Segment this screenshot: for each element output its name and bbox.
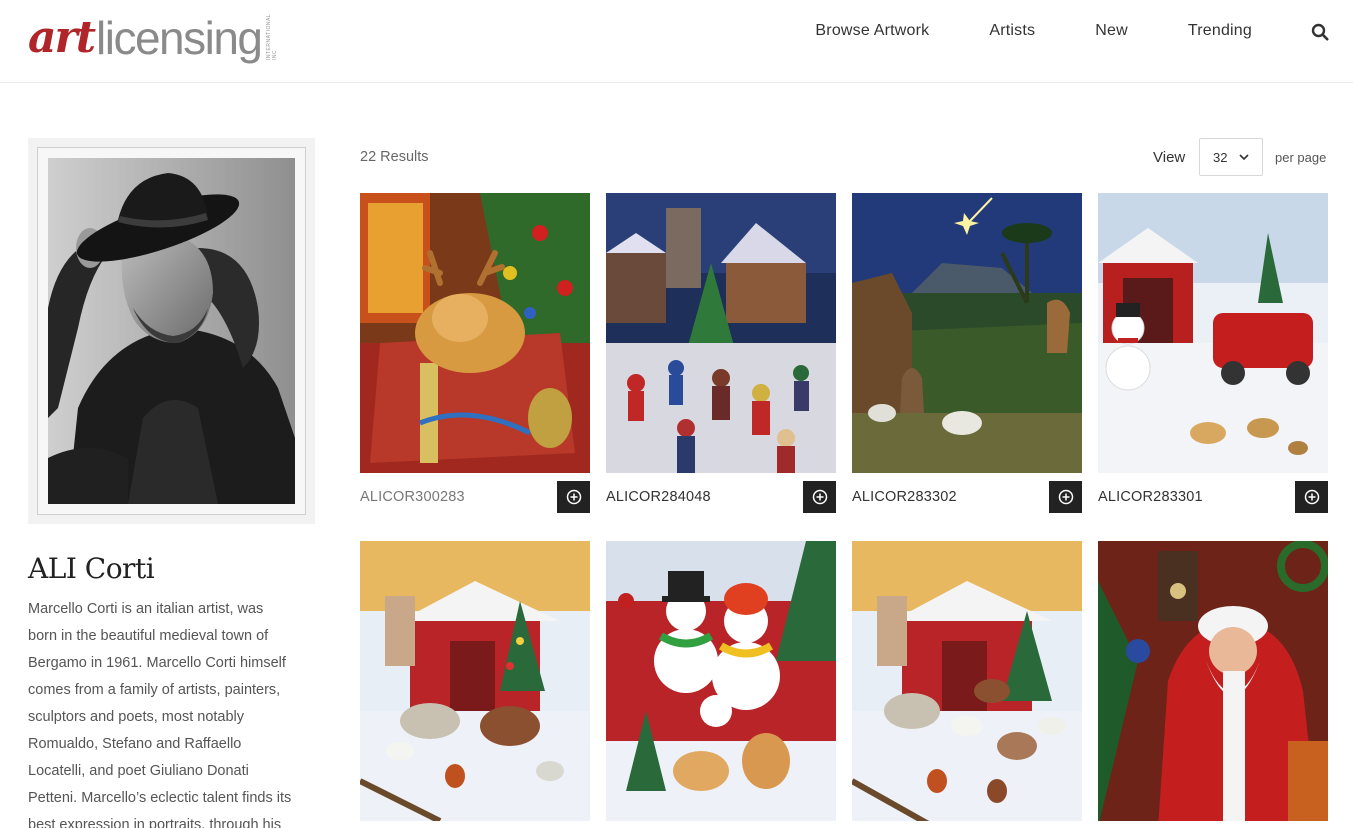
bio-line: Bergamo in 1961. Marcello Corti himself: [28, 655, 286, 671]
artwork-image[interactable]: [360, 193, 590, 473]
artwork-image[interactable]: [1098, 541, 1328, 821]
nav-browse-artwork[interactable]: Browse Artwork: [815, 22, 929, 40]
site-header: art licensing INTERNATIONAL INC Browse A…: [0, 0, 1353, 83]
add-to-lightbox-button[interactable]: [1049, 481, 1082, 513]
nav-artists[interactable]: Artists: [989, 22, 1035, 40]
artist-portrait-frame: [28, 138, 315, 524]
bio-line: Locatelli, and poet Giuliano Donati: [28, 763, 249, 779]
bio-line: comes from a family of artists, painters…: [28, 682, 281, 698]
artist-name: ALI Corti: [28, 552, 155, 585]
bio-line: born in the beautiful medieval town of: [28, 628, 269, 644]
bio-line: best expression in portraits, through hi…: [28, 817, 282, 828]
plus-circle-icon: [1304, 489, 1319, 505]
artwork-image[interactable]: [852, 541, 1082, 821]
artwork-code[interactable]: ALICOR283302: [852, 489, 957, 505]
plus-circle-icon: [812, 489, 827, 505]
logo-licensing-text: licensing: [96, 12, 263, 64]
add-to-lightbox-button[interactable]: [1295, 481, 1328, 513]
artist-portrait-image: [48, 158, 295, 504]
nav-trending[interactable]: Trending: [1188, 22, 1252, 40]
artwork-code[interactable]: ALICOR284048: [606, 489, 711, 505]
artwork-code[interactable]: ALICOR300283: [360, 489, 465, 505]
view-label: View: [1153, 149, 1186, 166]
chevron-down-icon: [1239, 154, 1249, 161]
search-icon[interactable]: [1311, 23, 1329, 41]
per-page-select[interactable]: 32: [1199, 138, 1263, 176]
artwork-image[interactable]: [606, 541, 836, 821]
plus-circle-icon: [1058, 489, 1073, 505]
results-count: 22 Results: [360, 149, 429, 165]
artwork-image[interactable]: [606, 193, 836, 473]
artwork-code[interactable]: ALICOR283301: [1098, 489, 1203, 505]
bio-line: Romualdo, Stefano and Raffaello: [28, 736, 242, 752]
logo-art-text: art: [28, 12, 96, 63]
per-page-value: 32: [1213, 149, 1228, 165]
artwork-image[interactable]: [1098, 193, 1328, 473]
site-logo[interactable]: art licensing INTERNATIONAL INC: [28, 6, 278, 64]
add-to-lightbox-button[interactable]: [557, 481, 590, 513]
bio-line: Petteni. Marcello’s eclectic talent find…: [28, 790, 292, 806]
logo-subtext: INTERNATIONAL INC: [265, 14, 278, 60]
artwork-image[interactable]: [852, 193, 1082, 473]
plus-circle-icon: [566, 489, 581, 505]
main-nav: Browse Artwork Artists New Trending: [815, 22, 1252, 40]
artist-portrait-border: [37, 147, 306, 515]
artist-bio: Marcello Corti is an italian artist, was…: [28, 596, 318, 828]
add-to-lightbox-button[interactable]: [803, 481, 836, 513]
per-page-label: per page: [1275, 150, 1327, 165]
bio-line: sculptors and poets, most notably: [28, 709, 245, 725]
artwork-image[interactable]: [360, 541, 590, 821]
bio-line: Marcello Corti is an italian artist, was: [28, 601, 264, 617]
nav-new[interactable]: New: [1095, 22, 1128, 40]
